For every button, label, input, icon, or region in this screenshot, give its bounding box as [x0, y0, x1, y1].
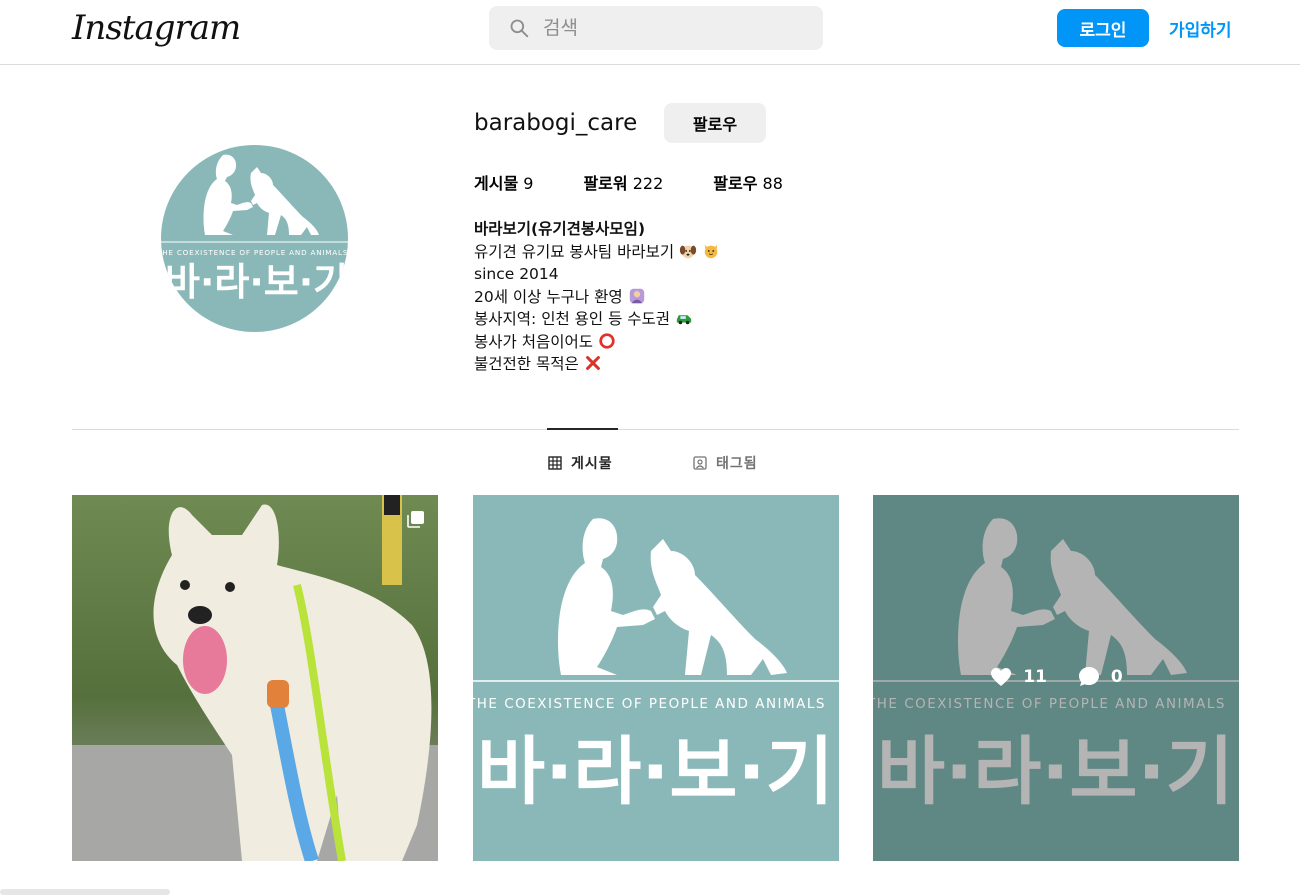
cross-mark-icon — [585, 356, 600, 370]
person-raising-hand-icon — [629, 288, 644, 303]
following-count[interactable]: 팔로우 88 — [713, 170, 783, 194]
following-count-value: 88 — [762, 174, 783, 193]
profile-stats: 게시물 9 팔로워 222 팔로우 88 — [474, 170, 833, 194]
bio-line: 불건전한 목적은 — [474, 353, 720, 376]
comment-icon — [1078, 667, 1099, 686]
post-thumbnail[interactable]: THE COEXISTENCE OF PEOPLE AND ANIMALS 바·… — [473, 495, 839, 861]
post-brand-text: 바·라·보·기 — [477, 729, 834, 815]
follow-button[interactable]: 팔로우 — [664, 103, 766, 143]
post-tagline: THE COEXISTENCE OF PEOPLE AND ANIMALS — [473, 696, 826, 712]
search-box[interactable] — [489, 6, 823, 50]
car-icon — [676, 315, 692, 325]
comments-count: 0 — [1077, 665, 1123, 689]
instagram-logo[interactable]: Instagram — [72, 8, 241, 48]
likes-count-value: 11 — [1023, 667, 1047, 687]
cat-face-icon — [704, 244, 718, 258]
tag-icon — [693, 456, 707, 470]
bio-line: 봉사가 처음이어도 — [474, 331, 720, 354]
posts-count-label: 게시물 — [474, 174, 519, 193]
horizontal-scrollbar[interactable] — [0, 889, 170, 895]
multi-photo-icon — [407, 511, 424, 528]
bio-line: 봉사지역: 인천 용인 등 수도권 — [474, 308, 720, 331]
comments-count-value: 0 — [1110, 667, 1123, 687]
followers-count[interactable]: 팔로워 222 — [583, 170, 663, 194]
dog-photo — [72, 495, 438, 861]
login-button[interactable]: 로그인 — [1057, 9, 1149, 47]
post-brand-text: 바·라·보·기 — [877, 729, 1234, 815]
bio-name: 바라보기(유기견봉사모임) — [474, 220, 646, 238]
profile-avatar[interactable]: THE COEXISTENCE OF PEOPLE AND ANIMALS 바·… — [161, 145, 348, 332]
bio-line-text: 봉사지역: 인천 용인 등 수도권 — [474, 310, 671, 328]
bio-line: 유기견 유기묘 봉사팀 바라보기 — [474, 241, 720, 264]
post-tagline: THE COEXISTENCE OF PEOPLE AND ANIMALS — [873, 696, 1226, 712]
followers-count-value: 222 — [632, 174, 664, 193]
profile-username: barabogi_care — [474, 110, 638, 136]
logo-post-image: THE COEXISTENCE OF PEOPLE AND ANIMALS 바·… — [473, 495, 839, 861]
avatar-brand-text: 바·라·보·기 — [165, 260, 348, 304]
followers-count-label: 팔로워 — [583, 174, 628, 193]
search-icon — [510, 19, 529, 38]
likes-count: 11 — [989, 665, 1047, 689]
tab-tagged-label: 태그됨 — [716, 456, 758, 472]
post-thumbnail[interactable] — [72, 495, 438, 861]
search-input[interactable] — [543, 17, 793, 39]
tabs-divider — [72, 429, 1239, 430]
tab-tagged[interactable]: 태그됨 — [693, 453, 758, 473]
post-thumbnail-hovered[interactable]: THE COEXISTENCE OF PEOPLE AND ANIMALS 바·… — [873, 495, 1239, 861]
profile-bio: 바라보기(유기견봉사모임) 유기견 유기묘 봉사팀 바라보기 since 201… — [474, 218, 720, 376]
post-hover-stats: 11 0 — [873, 665, 1239, 689]
following-count-label: 팔로우 — [713, 174, 758, 193]
circle-o-icon — [599, 332, 615, 349]
bio-line: since 2014 — [474, 265, 559, 283]
posts-count-value: 9 — [523, 174, 534, 193]
active-tab-indicator — [547, 428, 618, 430]
tab-posts-label: 게시물 — [571, 456, 613, 472]
signup-link[interactable]: 가입하기 — [1169, 16, 1232, 41]
avatar-tagline: THE COEXISTENCE OF PEOPLE AND ANIMALS — [161, 248, 348, 257]
posts-count: 게시물 9 — [474, 170, 533, 194]
top-navigation-bar: Instagram 로그인 가입하기 — [0, 0, 1300, 65]
tab-posts[interactable]: 게시물 — [548, 453, 613, 473]
bio-line-text: 20세 이상 누구나 환영 — [474, 287, 623, 306]
bio-line-text: 불건전한 목적은 — [474, 355, 579, 373]
bio-line-text: 유기견 유기묘 봉사팀 바라보기 — [474, 242, 675, 261]
grid-icon — [548, 456, 562, 470]
heart-icon — [991, 668, 1012, 686]
bio-line-text: 봉사가 처음이어도 — [474, 332, 594, 351]
dog-face-icon — [680, 245, 697, 258]
bio-line: 20세 이상 누구나 환영 — [474, 286, 720, 309]
